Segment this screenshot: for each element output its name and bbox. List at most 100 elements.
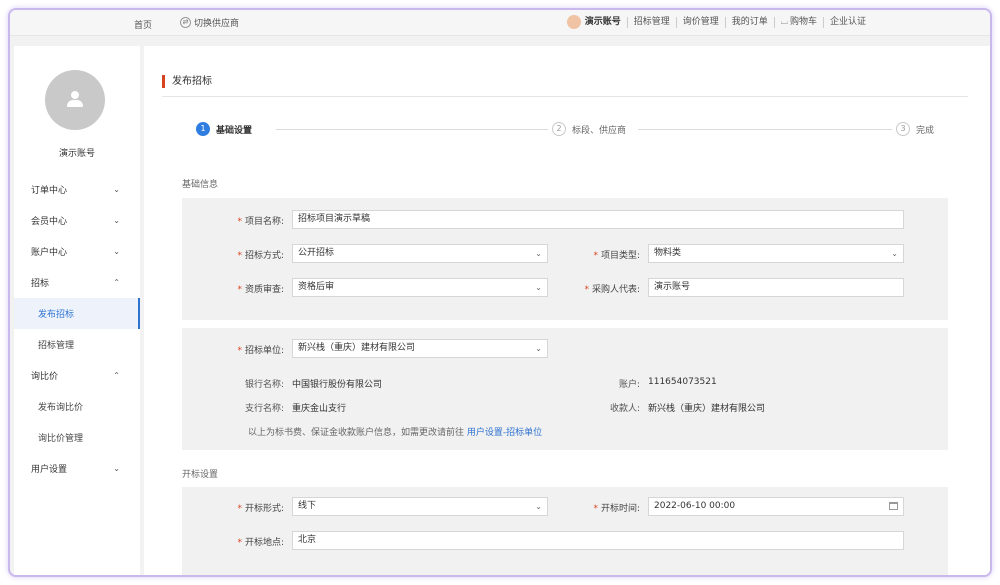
chevron-down-icon: ⌄	[535, 502, 542, 511]
opening-settings-panel: * 开标形式: 线下 ⌄ * 开标时间: 2022-06-10 00:00 * 开标地点…	[182, 487, 948, 575]
user-account-link[interactable]: 演示账号	[585, 16, 628, 28]
sidebar-item-label: 招标	[31, 279, 50, 289]
app-window: 首页 ⇄ 切换供应商 演示账号 招标管理 询价管理 我的订单 ⌴ 购物车 企业认证…	[8, 8, 992, 577]
opening-format-select[interactable]: 线下 ⌄	[292, 497, 548, 516]
section-title-opening: 开标设置	[182, 470, 219, 480]
chevron-up-icon: ⌃	[113, 278, 120, 287]
sidebar-item-label: 发布询比价	[38, 403, 84, 413]
buyer-rep-label: * 采购人代表:	[584, 285, 640, 295]
enterprise-cert-link[interactable]: 企业认证	[824, 17, 872, 28]
step-label: 标段、供应商	[572, 125, 627, 136]
sidebar-item-user-settings[interactable]: 用户设置 ⌄	[14, 453, 140, 484]
user-settings-bid-unit-link[interactable]: 用户设置-招标单位	[467, 428, 542, 438]
sidebar-item-bid-management[interactable]: 招标管理	[14, 329, 140, 360]
bid-method-select[interactable]: 公开招标 ⌄	[292, 244, 548, 263]
opening-place-label: * 开标地点:	[237, 538, 284, 548]
sidebar-item-bidding[interactable]: 招标 ⌃	[14, 267, 140, 298]
account-info-note: 以上为标书费、保证金收款账户信息，如需更改请前往 用户设置-招标单位	[248, 428, 543, 438]
my-orders-link[interactable]: 我的订单	[726, 16, 775, 28]
switch-icon: ⇄	[180, 17, 191, 28]
bid-unit-panel: * 招标单位: 新兴栈（重庆）建材有限公司 ⌄ 银行名称: 中国银行股份有限公司 账…	[182, 328, 948, 450]
step-connector	[638, 129, 892, 130]
chevron-down-icon: ⌄	[535, 283, 542, 292]
step-progress: 1 基础设置 2 标段、供应商 3 完成	[196, 122, 936, 142]
buyer-rep-input[interactable]: 演示账号	[648, 278, 904, 297]
sidebar-item-label: 订单中心	[31, 186, 68, 196]
sidebar-item-label: 用户设置	[31, 465, 68, 475]
sidebar-item-publish-bid[interactable]: 发布招标	[14, 298, 140, 329]
step-complete: 3 完成	[896, 122, 934, 136]
step-label: 完成	[916, 125, 935, 136]
sidebar-item-label: 询比价管理	[38, 434, 84, 444]
sidebar-item-label: 询比价	[31, 372, 59, 382]
home-link[interactable]: 首页	[134, 18, 152, 31]
sidebar-menu: 订单中心 ⌄ 会员中心 ⌄ 账户中心 ⌄ 招标 ⌃ 发布招标 招标管理 询比价 ⌃ 发布询…	[14, 174, 140, 484]
chevron-down-icon: ⌄	[535, 249, 542, 258]
branch-name-value: 重庆金山支行	[292, 404, 347, 414]
chevron-up-icon: ⌃	[113, 371, 120, 380]
step-sections-suppliers: 2 标段、供应商	[552, 122, 626, 136]
account-label: 账户:	[618, 380, 640, 390]
inquiry-management-link[interactable]: 询价管理	[677, 16, 726, 28]
project-type-select[interactable]: 物料类 ⌄	[648, 244, 904, 263]
step-label: 基础设置	[216, 125, 253, 136]
divider	[162, 96, 968, 97]
chevron-down-icon: ⌄	[113, 247, 120, 256]
payee-label: 收款人:	[609, 404, 640, 414]
sidebar-item-inquiry-management[interactable]: 询比价管理	[14, 422, 140, 453]
user-avatar-icon[interactable]	[566, 15, 581, 29]
step-basic-settings: 1 基础设置	[196, 122, 252, 136]
step-number: 2	[552, 122, 566, 136]
sidebar: 演示账号 订单中心 ⌄ 会员中心 ⌄ 账户中心 ⌄ 招标 ⌃ 发布招标 招标管理 询比价…	[14, 46, 140, 575]
sidebar-item-label: 账户中心	[31, 248, 68, 258]
step-number: 1	[196, 122, 210, 136]
opening-time-picker[interactable]: 2022-06-10 00:00	[648, 497, 904, 516]
opening-time-label: * 开标时间:	[593, 504, 640, 514]
project-type-label: * 项目类型:	[593, 251, 640, 261]
cart-link[interactable]: ⌴ 购物车	[775, 16, 824, 28]
section-title-basic: 基础信息	[182, 180, 219, 190]
cart-icon: ⌴	[780, 16, 788, 27]
switch-supplier-link[interactable]: ⇄ 切换供应商	[180, 16, 239, 29]
bid-unit-select[interactable]: 新兴栈（重庆）建材有限公司 ⌄	[292, 339, 548, 358]
top-right-links: 演示账号 招标管理 询价管理 我的订单 ⌴ 购物车 企业认证	[566, 15, 872, 29]
account-value: 111654073521	[648, 377, 717, 387]
profile-avatar	[45, 70, 105, 130]
qualification-review-label: * 资质审查:	[237, 285, 284, 295]
sidebar-item-member-center[interactable]: 会员中心 ⌄	[14, 205, 140, 236]
chevron-down-icon: ⌄	[891, 249, 898, 258]
step-connector	[276, 129, 548, 130]
project-name-input[interactable]: 招标项目演示草稿	[292, 210, 904, 229]
cart-label: 购物车	[789, 16, 817, 27]
sidebar-item-publish-inquiry[interactable]: 发布询比价	[14, 391, 140, 422]
sidebar-item-account-center[interactable]: 账户中心 ⌄	[14, 236, 140, 267]
qualification-review-select[interactable]: 资格后审 ⌄	[292, 278, 548, 297]
bank-name-label: 银行名称:	[244, 380, 284, 390]
project-name-label: * 项目名称:	[237, 217, 284, 227]
sidebar-item-label: 会员中心	[31, 217, 68, 227]
basic-info-panel: * 项目名称: 招标项目演示草稿 * 招标方式: 公开招标 ⌄ * 项目类型: 物料类 ⌄…	[182, 198, 948, 320]
sidebar-item-label: 招标管理	[38, 341, 75, 351]
opening-place-input[interactable]: 北京	[292, 531, 904, 550]
sidebar-item-label: 发布招标	[38, 310, 75, 320]
bid-unit-label: * 招标单位:	[237, 346, 284, 356]
person-icon	[66, 91, 84, 109]
bid-method-label: * 招标方式:	[237, 251, 284, 261]
payee-value: 新兴栈（重庆）建材有限公司	[648, 404, 766, 414]
sidebar-item-inquiry[interactable]: 询比价 ⌃	[14, 360, 140, 391]
sidebar-username: 演示账号	[58, 149, 95, 159]
step-number: 3	[896, 122, 910, 136]
chevron-down-icon: ⌄	[113, 216, 120, 225]
branch-name-label: 支行名称:	[244, 404, 284, 414]
chevron-down-icon: ⌄	[113, 185, 120, 194]
sidebar-item-order-center[interactable]: 订单中心 ⌄	[14, 174, 140, 205]
opening-format-label: * 开标形式:	[237, 504, 284, 514]
chevron-down-icon: ⌄	[113, 464, 120, 473]
chevron-down-icon: ⌄	[535, 344, 542, 353]
main-content: 发布招标 1 基础设置 2 标段、供应商 3 完成 基础信息 * 项目名称: 招标…	[144, 46, 990, 575]
bid-management-link[interactable]: 招标管理	[628, 16, 677, 28]
calendar-icon	[889, 502, 898, 510]
top-nav-bar: 首页 ⇄ 切换供应商 演示账号 招标管理 询价管理 我的订单 ⌴ 购物车 企业认证	[10, 10, 990, 36]
page-title: 发布招标	[162, 75, 212, 88]
bank-name-value: 中国银行股份有限公司	[292, 380, 383, 390]
